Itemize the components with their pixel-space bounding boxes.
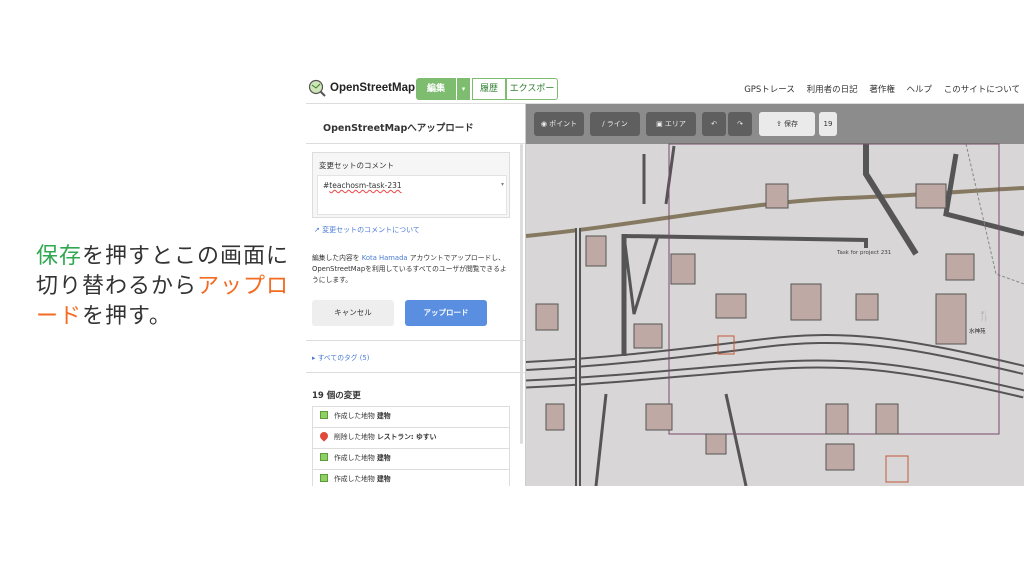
changes-count-title: 19 個の変更: [312, 391, 361, 401]
caption-save-word: 保存: [36, 244, 83, 269]
chevron-down-icon[interactable]: ▾: [501, 181, 504, 188]
list-item[interactable]: 作成した地物 建物: [312, 469, 510, 486]
add-area-button[interactable]: ▣ エリア: [646, 112, 696, 136]
divider: [306, 372, 525, 373]
area-icon: [320, 474, 328, 482]
list-item[interactable]: 削除した地物 レストラン: ゆすい: [312, 427, 510, 448]
area-icon: [320, 453, 328, 461]
place-label: 水神苑: [969, 329, 986, 335]
undo-button[interactable]: ↶: [702, 112, 726, 136]
user-link[interactable]: Kota Hamada: [362, 254, 408, 262]
info-prefix: 編集した内容を: [312, 254, 360, 262]
comment-help-label: 変更セットのコメントについて: [322, 226, 420, 234]
area-icon: [320, 411, 328, 419]
nav-link-copyright[interactable]: 著作権: [869, 85, 895, 95]
changes-list: 作成した地物 建物 削除した地物 レストラン: ゆすい 作成した地物 建物 作成…: [312, 406, 510, 486]
list-item[interactable]: 作成した地物 建物: [312, 448, 510, 469]
edit-dropdown-caret[interactable]: ▾: [456, 78, 470, 100]
undo-icon: ↶: [711, 120, 717, 128]
change-action: 作成した地物: [334, 475, 375, 483]
top-navbar: OpenStreetMap 編集 ▾ 履歴 エクスポート GPSトレース 利用者…: [306, 74, 1024, 114]
point-label: ポイント: [549, 120, 578, 128]
nav-link-gps[interactable]: GPSトレース: [744, 85, 795, 95]
pin-icon: [318, 430, 330, 442]
add-point-button[interactable]: ◉ ポイント: [534, 112, 584, 136]
change-target: 建物: [376, 475, 391, 483]
export-button[interactable]: エクスポート: [506, 78, 558, 114]
area-label: エリア: [664, 120, 686, 128]
osm-screenshot: OpenStreetMap 編集 ▾ 履歴 エクスポート GPSトレース 利用者…: [306, 74, 1024, 486]
redo-icon: ↷: [737, 120, 743, 128]
change-action: 作成した地物: [334, 454, 375, 462]
changeset-comment-panel: 変更セットのコメント #teachosm-task-231 ▾: [312, 152, 510, 218]
map-drawing: [526, 143, 1024, 486]
redo-button[interactable]: ↷: [728, 112, 752, 136]
map-canvas[interactable]: ◉ ポイント ∕ ライン ▣ エリア ↶ ↷ ⇪ 保存 19 Task for …: [526, 104, 1024, 486]
brand-name[interactable]: OpenStreetMap: [330, 82, 415, 94]
change-target: 建物: [376, 454, 391, 462]
edit-button[interactable]: 編集: [416, 78, 456, 100]
nav-link-help[interactable]: ヘルプ: [907, 85, 933, 95]
all-tags-toggle[interactable]: ▸ すべてのタグ (5): [312, 352, 369, 362]
change-target: 建物: [376, 412, 391, 420]
change-action: 削除した地物: [334, 433, 375, 441]
restaurant-icon[interactable]: 🍴: [978, 311, 990, 322]
list-item[interactable]: 作成した地物 建物: [312, 406, 510, 427]
history-button[interactable]: 履歴: [472, 78, 506, 100]
task-boundary-label: Task for project 231: [837, 250, 892, 256]
comment-value: teachosm-task-231: [329, 181, 402, 190]
comment-help-link[interactable]: ↗ 変更セットのコメントについて: [314, 225, 420, 235]
editor-toolbar: ◉ ポイント ∕ ライン ▣ エリア ↶ ↷ ⇪ 保存 19: [526, 104, 1024, 144]
comment-label: 変更セットのコメント: [319, 161, 394, 170]
upload-button[interactable]: アップロード: [405, 300, 487, 326]
edit-count-badge[interactable]: 19: [819, 112, 837, 136]
nav-link-diary[interactable]: 利用者の日記: [807, 85, 858, 95]
save-button[interactable]: ⇪ 保存: [759, 112, 815, 136]
upload-info-text: 編集した内容を Kota Hamada アカウントでアップロードし、OpenSt…: [312, 253, 512, 286]
line-label: ライン: [606, 120, 628, 128]
add-line-button[interactable]: ∕ ライン: [590, 112, 640, 136]
save-label: 保存: [784, 120, 799, 128]
change-target: レストラン: ゆすい: [376, 433, 437, 441]
area-tool-icon: ▣: [656, 120, 665, 128]
external-link-icon: ↗: [314, 226, 323, 234]
cancel-button[interactable]: キャンセル: [312, 300, 394, 326]
osm-logo-icon[interactable]: [308, 79, 326, 97]
point-icon: ◉: [540, 120, 550, 128]
divider: [306, 340, 525, 341]
caption-end: を押す。: [82, 304, 172, 329]
upload-icon: ⇪: [775, 120, 785, 128]
slide-caption: 保存を押すとこの画面に切り替わるからアップロードを押す。: [36, 242, 296, 332]
upload-sidebar: OpenStreetMapへアップロード 変更セットのコメント #teachos…: [306, 104, 526, 486]
sidebar-title: OpenStreetMapへアップロード: [306, 104, 525, 144]
comment-textarea[interactable]: #teachosm-task-231: [317, 175, 507, 215]
sidebar-scrollbar[interactable]: [520, 144, 523, 444]
nav-links: GPSトレース 利用者の日記 著作権 ヘルプ このサイトについて: [735, 83, 1020, 95]
nav-link-about[interactable]: このサイトについて: [944, 85, 1020, 95]
change-action: 作成した地物: [334, 412, 375, 420]
